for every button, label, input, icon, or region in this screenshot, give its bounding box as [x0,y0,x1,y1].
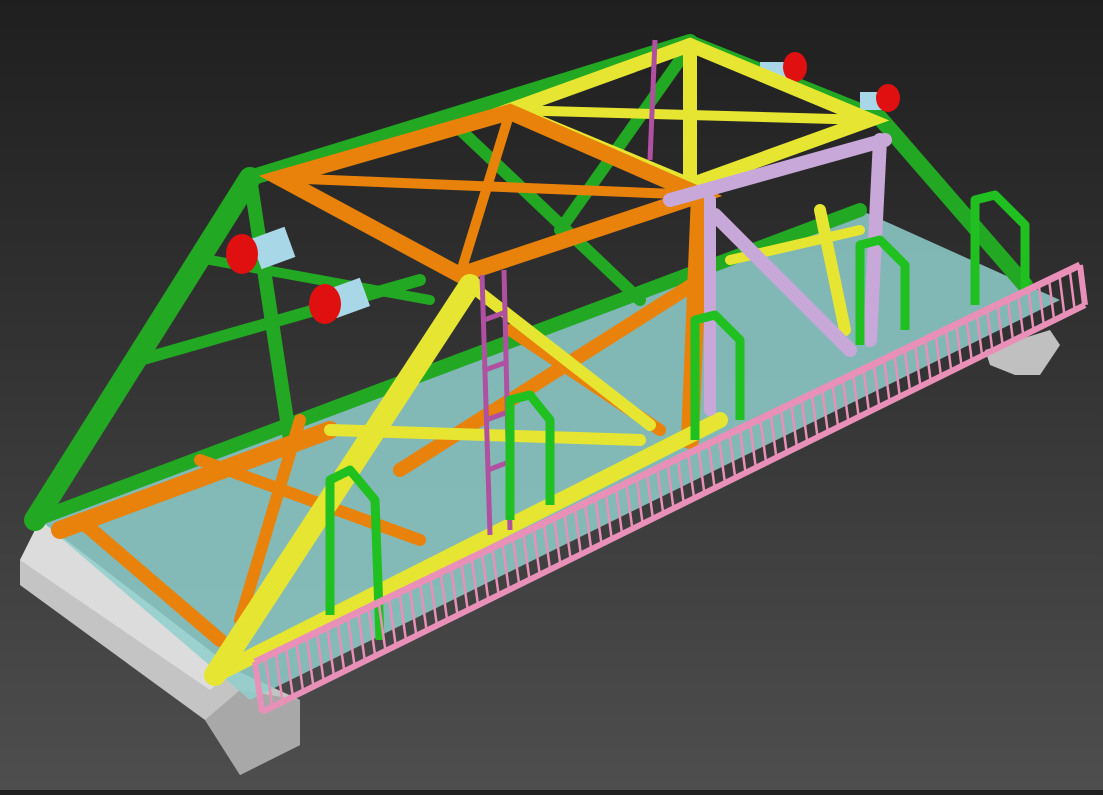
railing-baluster [1068,269,1076,311]
railing-baluster [1058,274,1066,316]
bridge-render-viewport [0,0,1103,790]
bridge-model [20,34,1088,775]
